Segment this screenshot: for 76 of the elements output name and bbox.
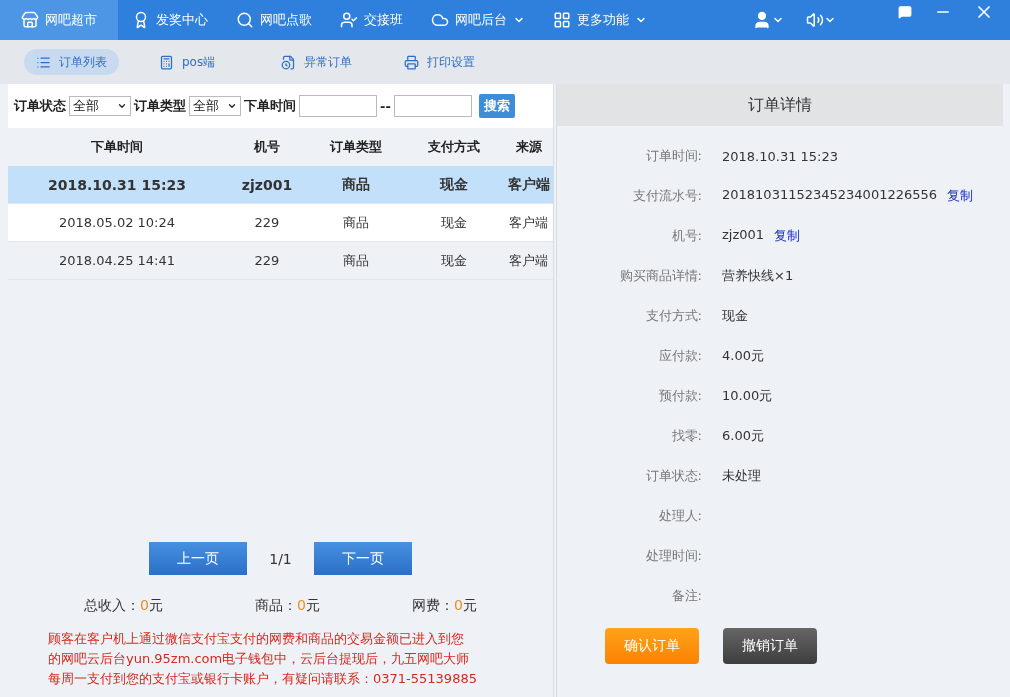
table-cell[interactable]: 2018.10.31 15:23: [8, 166, 226, 204]
field-label: 支付流水号:: [631, 187, 702, 205]
status-select[interactable]: 全部: [69, 96, 131, 116]
field-label: 处理时间:: [644, 547, 702, 565]
notice-text: 的网吧云后台yun.95zm.com电子钱包中，云后台提现后，九五网吧大师: [48, 650, 471, 668]
page-indicator: 1/1: [269, 550, 292, 567]
nav-tab[interactable]: 更多功能: [539, 0, 661, 40]
field-value: 20181031152345234001226556: [722, 187, 938, 204]
table-cell[interactable]: 商品: [308, 204, 404, 242]
nav-tab[interactable]: 交接班: [326, 0, 417, 40]
user-icon: [340, 11, 358, 29]
table-cell[interactable]: zjz001: [226, 166, 308, 204]
table-cell[interactable]: 现金: [404, 166, 504, 204]
field-label: 订单状态:: [644, 467, 702, 485]
filter-label: 订单状态: [14, 97, 66, 115]
caret-icon: [227, 101, 237, 111]
field-value: 未处理: [722, 467, 761, 485]
previous-page-button[interactable]: 上一页: [149, 542, 248, 575]
field-label: 机号:: [670, 227, 702, 245]
field-label: 购买商品详情:: [618, 267, 702, 285]
field-label: 找零:: [670, 427, 702, 445]
user-menu-button[interactable]: [752, 10, 784, 30]
field-label: 应付款:: [657, 347, 702, 365]
start-date-field[interactable]: [299, 95, 377, 117]
sub-tab[interactable]: 打印设置: [392, 49, 487, 75]
field-label: 处理人:: [657, 507, 702, 525]
copy-link[interactable]: 复制: [774, 227, 801, 245]
detail-title: 订单详情: [557, 84, 1003, 126]
filter-label: 订单类型: [134, 97, 186, 115]
total-summary: 网费：0元: [412, 597, 477, 615]
cloud-icon: [431, 11, 449, 29]
speaker-icon: [806, 11, 824, 29]
field-value: 营养快线×1: [722, 267, 794, 285]
printer-icon: [404, 54, 419, 70]
filter-label: 下单时间: [244, 97, 296, 115]
table-cell[interactable]: 商品: [308, 166, 404, 204]
table-cell[interactable]: 229: [226, 204, 308, 242]
table-cell[interactable]: 客户端: [504, 204, 553, 242]
copy-link[interactable]: 复制: [947, 187, 974, 205]
sub-tab[interactable]: 异常订单: [269, 49, 364, 75]
table-cell[interactable]: 客户端: [504, 166, 553, 204]
total-summary: 商品：0元: [255, 597, 320, 615]
field-value: 10.00元: [722, 387, 773, 405]
field-value: 现金: [722, 307, 748, 325]
field-value: zjz001: [722, 227, 765, 244]
store-icon: [21, 11, 39, 29]
field-label: 订单时间:: [644, 147, 702, 165]
volume-menu-button[interactable]: [806, 11, 836, 29]
sub-tab[interactable]: 订单列表: [24, 49, 119, 75]
search-icon: [236, 11, 254, 29]
field-value: 6.00元: [722, 427, 764, 445]
end-date-field[interactable]: [393, 95, 472, 117]
field-value: 2018.10.31 15:23: [722, 148, 839, 164]
field-label: 支付方式:: [644, 307, 702, 325]
notice-text: 每周一支付到您的支付宝或银行卡账户，有疑问请联系：0371-55139885: [48, 670, 478, 688]
nav-tab[interactable]: 网吧后台: [417, 0, 539, 40]
nav-tab[interactable]: 网吧点歌: [222, 0, 326, 40]
range-separator: --: [380, 98, 391, 114]
file-clock-icon: [281, 54, 296, 70]
field-label: 备注:: [670, 587, 702, 605]
list-icon: [36, 54, 51, 70]
caret-icon: [117, 101, 127, 111]
user-icon: [752, 10, 772, 30]
cancel-order-button[interactable]: 撤销订单: [723, 628, 817, 664]
nav-tab[interactable]: 发奖中心: [118, 0, 222, 40]
type-select[interactable]: 全部: [189, 96, 241, 116]
total-summary: 总收入：0元: [84, 597, 163, 615]
next-page-button[interactable]: 下一页: [313, 542, 412, 575]
calculator-icon: [159, 54, 174, 70]
table-cell[interactable]: 现金: [404, 204, 504, 242]
grid-icon: [553, 11, 571, 29]
field-value: 4.00元: [722, 347, 764, 365]
table-cell[interactable]: 2018.05.02 10:24: [8, 204, 226, 242]
notice-text: 顾客在客户机上通过微信支付宝支付的网费和商品的交易金额已进入到您: [48, 630, 465, 648]
sub-tab[interactable]: pos端: [147, 49, 241, 75]
field-label: 预付款:: [657, 387, 702, 405]
